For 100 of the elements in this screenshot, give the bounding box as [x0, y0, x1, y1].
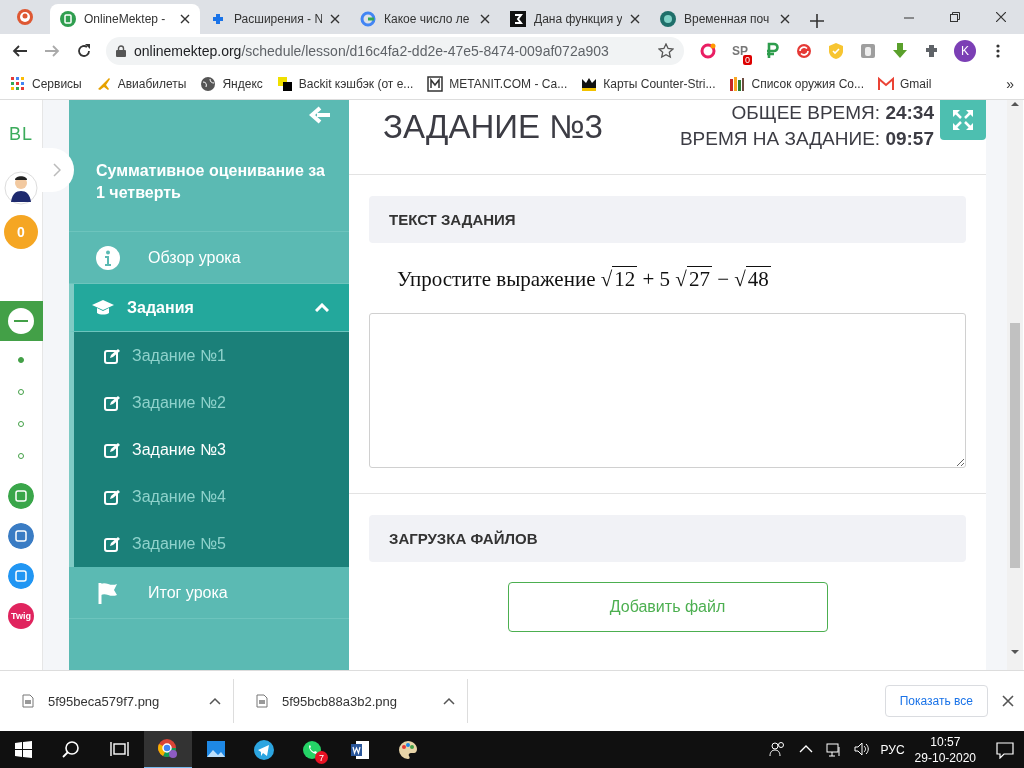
- favicon-icon: [360, 11, 376, 27]
- hand-extension-icon[interactable]: [859, 42, 877, 60]
- restore-icon[interactable]: [950, 12, 960, 22]
- network-icon[interactable]: [824, 741, 843, 759]
- globe-icon: [200, 75, 217, 92]
- download-file-name[interactable]: 5f95bcb88a3b2.png: [282, 693, 429, 709]
- logo: BL: [9, 124, 33, 145]
- user-avatar-icon[interactable]: [4, 171, 38, 205]
- app-logo-icon[interactable]: [7, 307, 35, 335]
- math-formula: Упростите выражение √12 + 5 √27 − √48: [397, 267, 772, 292]
- browser-tab[interactable]: Какое число ле: [350, 4, 500, 34]
- task-title: ЗАДАНИЕ №3: [383, 108, 604, 146]
- edit-icon: [104, 394, 122, 411]
- edit-icon: [104, 347, 122, 364]
- back-icon[interactable]: [12, 43, 28, 59]
- answer-field[interactable]: [369, 313, 966, 468]
- download-extension-icon[interactable]: [891, 42, 909, 60]
- bookmark-link[interactable]: Авиабилеты: [117, 76, 187, 91]
- bookmark-link[interactable]: Backit кэшбэк (от е...: [298, 76, 414, 91]
- edit-icon: [104, 488, 122, 505]
- bookmark-link[interactable]: Список оружия Co...: [751, 76, 864, 91]
- people-icon[interactable]: [768, 741, 787, 759]
- sync-extension-icon[interactable]: [795, 42, 813, 60]
- chevron-right-icon: [53, 163, 61, 177]
- scroll-down-icon: [1011, 648, 1019, 656]
- show-all-button[interactable]: Показать все: [884, 685, 988, 717]
- section-heading: ЗАГРУЗКА ФАЙЛОВ: [369, 515, 966, 562]
- browser-tab[interactable]: Временная поч: [650, 4, 800, 34]
- favicon-icon: [660, 11, 676, 27]
- paper-plane-icon[interactable]: [254, 740, 274, 760]
- close-icon[interactable]: [480, 14, 490, 24]
- bookmark-link[interactable]: Карты Counter-Stri...: [603, 76, 716, 91]
- apps-icon: [10, 75, 26, 92]
- mail-icon: [878, 75, 894, 92]
- bookmark-link[interactable]: Сервисы: [32, 76, 82, 91]
- books-icon: [729, 75, 746, 92]
- keyboard-language[interactable]: РУС: [880, 743, 905, 757]
- clock-time[interactable]: 10:57: [930, 734, 961, 750]
- scrollbar[interactable]: [1007, 100, 1023, 670]
- address-field[interactable]: onlinemektep.org/schedule/lesson/d16c4fa2-dd2e-47e5-8474-009af072a903: [106, 37, 684, 65]
- file-icon: [22, 694, 34, 708]
- app-icon[interactable]: Twig: [8, 603, 34, 629]
- bookmark-link[interactable]: Gmail: [900, 76, 932, 91]
- search-icon[interactable]: [62, 740, 82, 760]
- extension-badge: 0: [743, 55, 752, 65]
- browser-tab[interactable]: Расширения - N: [200, 4, 350, 34]
- close-icon[interactable]: [330, 14, 340, 24]
- duck-icon[interactable]: [17, 9, 33, 25]
- edit-icon: [104, 441, 122, 458]
- app-icon[interactable]: [8, 563, 34, 589]
- close-icon[interactable]: [1002, 695, 1014, 707]
- close-icon[interactable]: [180, 14, 190, 24]
- lesson-title: Суммативное оценивание за 1 четверть: [96, 161, 326, 203]
- star-icon[interactable]: [658, 43, 674, 59]
- ring-extension-icon[interactable]: [699, 42, 717, 60]
- bookmark-link[interactable]: Яндекс: [222, 76, 263, 91]
- close-icon[interactable]: [996, 12, 1006, 22]
- download-file-name[interactable]: 5f95beca579f7.png: [48, 693, 195, 709]
- favicon-icon: [510, 11, 526, 27]
- notifications-icon[interactable]: [996, 741, 1014, 759]
- file-icon: [256, 694, 268, 708]
- edit-icon: [104, 535, 122, 552]
- reload-icon[interactable]: [76, 43, 92, 59]
- expand-icon: [952, 109, 974, 131]
- notification-badge: 7: [315, 751, 328, 764]
- palette-icon[interactable]: [398, 740, 418, 760]
- section-heading: ТЕКСТ ЗАДАНИЯ: [369, 196, 966, 243]
- menu-icon[interactable]: [996, 43, 1000, 59]
- points-badge: 0: [4, 215, 38, 249]
- total-time: ОБЩЕЕ ВРЕМЯ: 24:34: [731, 101, 934, 125]
- scroll-up-icon: [1011, 100, 1019, 108]
- clock-date[interactable]: 29-10-2020: [914, 750, 976, 766]
- square-icon: [276, 75, 293, 92]
- close-icon[interactable]: [630, 14, 640, 24]
- m-letter-icon: [427, 75, 444, 92]
- step-dot[interactable]: [18, 357, 24, 363]
- browser-tab[interactable]: Дана функция у: [500, 4, 650, 34]
- browser-tab[interactable]: OnlineMektep -: [50, 4, 200, 34]
- flag-icon: [96, 580, 120, 605]
- caret-up-icon[interactable]: [209, 697, 221, 705]
- more-bookmarks[interactable]: »: [1006, 75, 1014, 92]
- task-link[interactable]: Задание №3: [74, 426, 349, 473]
- scroll-thumb[interactable]: [1010, 323, 1020, 568]
- app-icon[interactable]: [8, 483, 34, 509]
- lock-icon: [116, 45, 126, 57]
- photos-icon[interactable]: [206, 740, 226, 760]
- info-icon: [96, 245, 120, 270]
- browser-icon[interactable]: [158, 739, 178, 759]
- app-icon[interactable]: [8, 523, 34, 549]
- profile-avatar[interactable]: K: [954, 40, 976, 62]
- bookmark-link[interactable]: METANIT.COM - Са...: [449, 76, 568, 91]
- favicon-icon: [60, 11, 76, 27]
- document-icon[interactable]: [350, 740, 370, 760]
- new-tab-icon[interactable]: [810, 14, 824, 28]
- favicon-icon: [210, 11, 226, 27]
- windows-icon[interactable]: [14, 740, 34, 760]
- caret-up-icon[interactable]: [443, 697, 455, 705]
- extension-label[interactable]: SP: [732, 44, 748, 58]
- task-time: ВРЕМЯ НА ЗАДАНИЕ: 09:57: [679, 127, 934, 151]
- close-icon[interactable]: [780, 14, 790, 24]
